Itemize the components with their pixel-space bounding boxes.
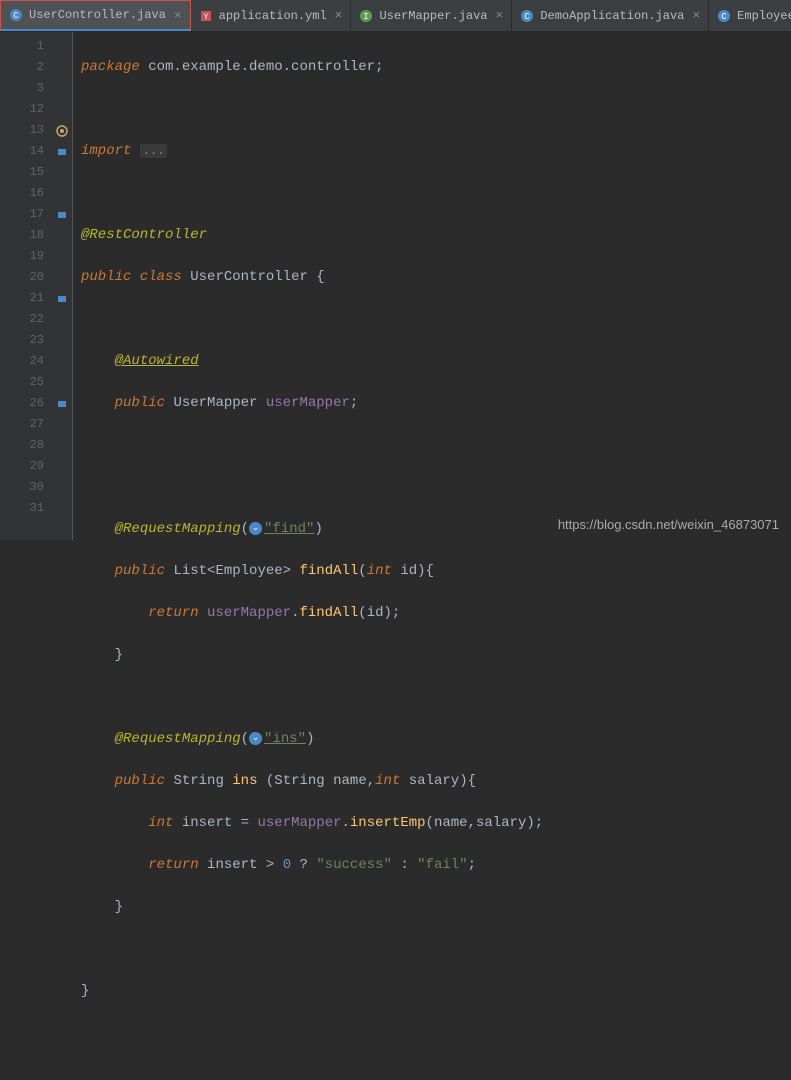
nav-icon[interactable] (52, 393, 72, 414)
line-number: 1 (0, 36, 44, 57)
line-number: 19 (0, 246, 44, 267)
line-number: 26 (0, 393, 44, 414)
svg-text:C: C (13, 11, 19, 21)
globe-icon[interactable]: ⌄ (249, 732, 262, 745)
line-number: 21 (0, 288, 44, 309)
close-icon[interactable]: × (335, 8, 343, 23)
line-number: 31 (0, 498, 44, 519)
line-number: 20 (0, 267, 44, 288)
tab-label: UserController.java (29, 8, 166, 22)
fold-marker[interactable]: ... (140, 144, 168, 158)
interface-icon: I (359, 9, 373, 23)
tab-applicationyml[interactable]: Y application.yml × (191, 0, 352, 31)
line-number: 12 (0, 99, 44, 120)
svg-text:Y: Y (203, 13, 208, 22)
editor-wrap: 1 2 3 12 13 14 15 16 17 18 19 20 21 22 2… (0, 32, 791, 540)
line-number: 22 (0, 309, 44, 330)
tab-usermapper[interactable]: I UserMapper.java × (351, 0, 512, 31)
line-number: 25 (0, 372, 44, 393)
line-number: 23 (0, 330, 44, 351)
line-number: 30 (0, 477, 44, 498)
class-icon: C (9, 8, 23, 22)
line-number: 24 (0, 351, 44, 372)
yaml-icon: Y (199, 9, 213, 23)
nav-icon[interactable] (52, 141, 72, 162)
class-icon: C (717, 9, 731, 23)
svg-text:C: C (721, 12, 727, 22)
tab-label: DemoApplication.java (540, 9, 684, 23)
line-number: 28 (0, 435, 44, 456)
line-number: 15 (0, 162, 44, 183)
line-number: 13 (0, 120, 44, 141)
line-number: 2 (0, 57, 44, 78)
tab-usercontroller[interactable]: C UserController.java × (0, 0, 191, 31)
line-gutter: 1 2 3 12 13 14 15 16 17 18 19 20 21 22 2… (0, 32, 52, 540)
svg-text:C: C (525, 12, 531, 22)
bean-icon[interactable] (52, 120, 72, 141)
globe-icon[interactable]: ⌄ (249, 522, 262, 535)
class-icon: C (520, 9, 534, 23)
tab-label: UserMapper.java (379, 9, 487, 23)
tab-demoapplication[interactable]: C DemoApplication.java × (512, 0, 709, 31)
nav-icon[interactable] (52, 288, 72, 309)
close-icon[interactable]: × (496, 8, 504, 23)
line-number: 27 (0, 414, 44, 435)
line-number: 3 (0, 78, 44, 99)
close-icon[interactable]: × (174, 8, 182, 23)
line-number: 14 (0, 141, 44, 162)
watermark: https://blog.csdn.net/weixin_46873071 (558, 517, 779, 532)
svg-text:I: I (364, 12, 369, 22)
tab-label: application.yml (219, 9, 327, 23)
line-number: 29 (0, 456, 44, 477)
tab-bar: C UserController.java × Y application.ym… (0, 0, 791, 32)
tab-label: Employee.java (737, 9, 791, 23)
line-number: 18 (0, 225, 44, 246)
line-number: 17 (0, 204, 44, 225)
line-number: 16 (0, 183, 44, 204)
nav-icon[interactable] (52, 204, 72, 225)
close-icon[interactable]: × (692, 8, 700, 23)
code-editor[interactable]: package com.example.demo.controller; imp… (72, 32, 791, 540)
gutter-icons (52, 32, 72, 540)
tab-employee[interactable]: C Employee.java × (709, 0, 791, 31)
